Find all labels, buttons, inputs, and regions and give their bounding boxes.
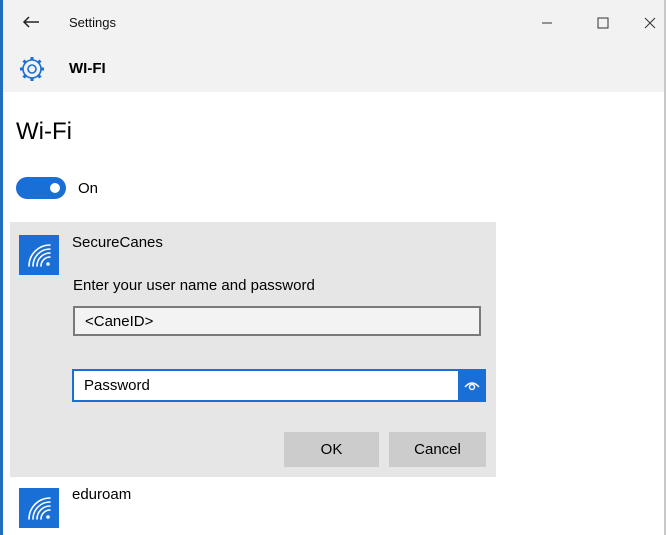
credentials-prompt: Enter your user name and password [73, 277, 315, 294]
gear-icon [17, 54, 47, 84]
minimize-icon[interactable] [533, 10, 561, 36]
wifi-toggle-label: On [78, 180, 99, 197]
wifi-signal-icon [19, 235, 59, 275]
username-field[interactable] [73, 306, 481, 336]
back-arrow-icon[interactable] [19, 10, 43, 34]
ok-button[interactable]: OK [284, 432, 379, 467]
page-title: Wi-Fi [16, 118, 72, 145]
network-name-securecanes[interactable]: SecureCanes [72, 234, 163, 251]
maximize-icon[interactable] [589, 10, 617, 36]
wifi-signal-icon [19, 488, 59, 528]
toggle-knob [50, 183, 60, 193]
network-name-eduroam[interactable]: eduroam [72, 486, 131, 503]
title-bar: Settings [3, 0, 664, 46]
window-title: Settings [69, 15, 116, 30]
header-title: WI-FI [69, 60, 106, 77]
cancel-button[interactable]: Cancel [389, 432, 486, 467]
password-field[interactable] [72, 369, 460, 402]
wifi-toggle-switch[interactable] [16, 177, 66, 199]
settings-header: WI-FI [3, 46, 664, 92]
eye-icon[interactable] [458, 369, 486, 402]
close-icon[interactable] [636, 10, 664, 36]
